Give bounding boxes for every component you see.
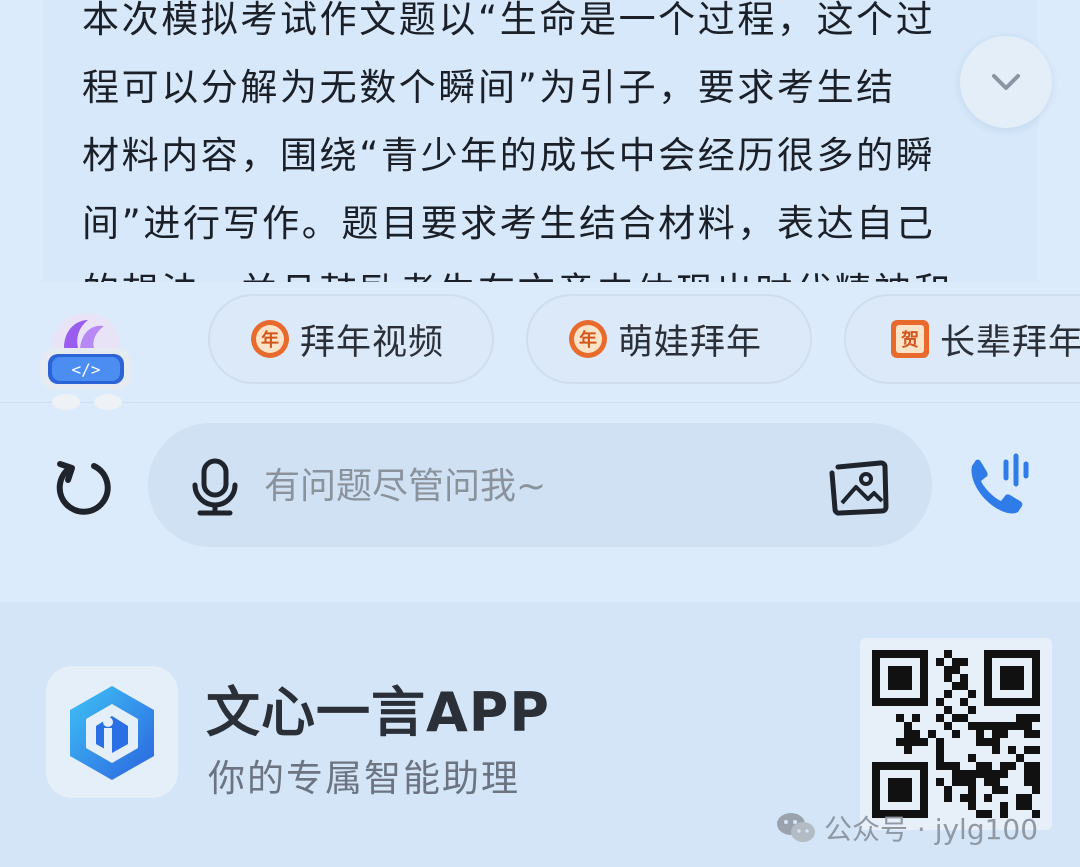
watermark-text: 公众号 · jylg100 — [824, 813, 1039, 846]
article-line: 间”进行写作。题目要求考生结合材料，表达自己 — [82, 202, 936, 245]
app-name: 文心一言APP — [206, 681, 550, 744]
svg-text:年: 年 — [579, 329, 597, 351]
qr-code[interactable] — [860, 638, 1052, 830]
ernie-logo-icon — [70, 686, 154, 780]
article-line: 的想法，并且鼓励考生在文章中体现出时代精神和 — [82, 258, 1007, 282]
chip-label: 长辈拜年 — [940, 322, 1080, 363]
microphone-icon — [192, 458, 238, 516]
article-text: 本次模拟考试作文题以“生命是一个过程，这个过 程可以分解为无数个瞬间”为引子，要… — [82, 0, 1007, 282]
app-promo-banner: 文心一言APP 你的专属智能助理 公众号 · jylg100 — [0, 602, 1080, 867]
voice-call-button[interactable] — [962, 452, 1032, 518]
refresh-icon — [56, 461, 111, 515]
app-slogan: 你的专属智能助理 — [208, 757, 520, 800]
article-line: 程可以分解为无数个瞬间”为引子，要求考生结 — [82, 66, 896, 109]
chip-kid-new-year[interactable]: 年 萌娃拜年 — [526, 294, 812, 384]
article-card: 本次模拟考试作文题以“生命是一个过程，这个过 程可以分解为无数个瞬间”为引子，要… — [42, 0, 1038, 282]
nian-badge-icon: 年 — [250, 319, 290, 359]
svg-text:年: 年 — [261, 329, 279, 351]
he-badge-icon: 贺 — [890, 319, 930, 359]
image-icon — [829, 460, 889, 516]
chip-new-year-video[interactable]: 年 拜年视频 — [208, 294, 494, 384]
refresh-button[interactable] — [50, 454, 114, 518]
chip-elder-new-year[interactable]: 贺 长辈拜年 — [844, 294, 1080, 384]
nian-badge-icon: 年 — [568, 319, 608, 359]
chip-label: 拜年视频 — [300, 322, 445, 363]
svg-text:贺: 贺 — [900, 329, 919, 351]
chat-input[interactable] — [262, 455, 806, 517]
article-line: 材料内容，围绕“青少年的成长中会经历很多的瞬 — [82, 134, 936, 177]
mascot-icon: </> — [40, 313, 132, 410]
image-upload-button[interactable] — [828, 457, 892, 517]
app-logo — [46, 666, 178, 798]
chevron-down-icon — [992, 74, 1020, 90]
scroll-down-button[interactable] — [960, 36, 1052, 128]
chip-label: 萌娃拜年 — [618, 322, 763, 363]
qr-code-icon — [872, 650, 1040, 818]
watermark: 公众号 · jylg100 — [776, 808, 1038, 848]
voice-input-button[interactable] — [186, 457, 246, 517]
wechat-icon — [777, 813, 815, 842]
svg-text:</>: </> — [72, 360, 101, 379]
phone-call-icon — [971, 453, 1029, 514]
chat-input-bar[interactable] — [148, 423, 932, 547]
suggestion-bar: </> 年 拜年视频 年 萌娃拜年 贺 长辈拜年 — [0, 282, 1080, 410]
article-line: 本次模拟考试作文题以“生命是一个过程，这个过 — [82, 0, 936, 41]
